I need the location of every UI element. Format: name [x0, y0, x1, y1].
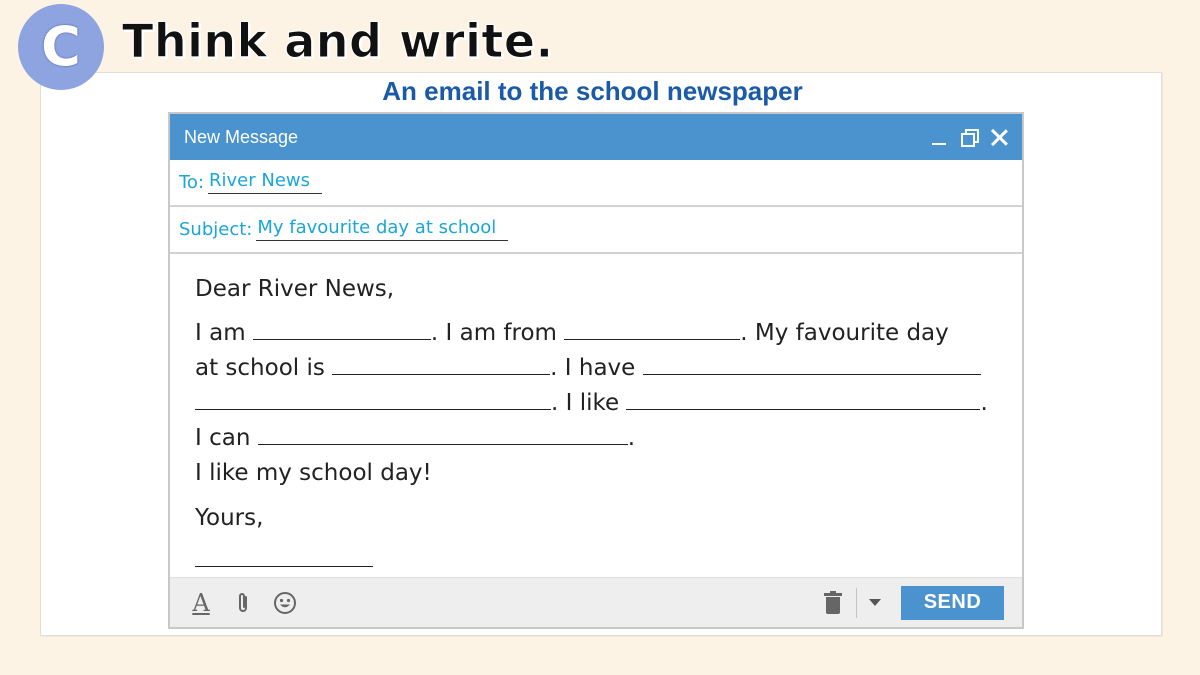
text-i-like: . I like [551, 390, 620, 416]
message-paragraph: I am . I am from . My favourite day at s… [195, 316, 998, 491]
closing: Yours, [195, 505, 264, 531]
text-favourite-day: . My favourite day [740, 320, 949, 346]
badge-letter: C [41, 15, 81, 78]
blank-signature[interactable] [195, 545, 373, 567]
blank-name[interactable] [252, 318, 431, 340]
message-body[interactable]: Dear River News, I am . I am from . My f… [170, 254, 1022, 576]
to-field[interactable]: To: River News [170, 160, 1022, 207]
subject-label: Subject: [179, 219, 253, 240]
subject-value[interactable]: My favourite day at school [256, 218, 509, 241]
text-i-am-from: . I am from [430, 320, 557, 346]
to-label: To: [179, 172, 205, 193]
activity-title: Think and write. [122, 14, 554, 69]
blank-have-2[interactable] [195, 388, 551, 410]
blank-have-1[interactable] [642, 353, 981, 375]
body-line-2: at school is . I have [195, 351, 998, 386]
blank-from[interactable] [564, 318, 741, 340]
emoji-icon[interactable] [272, 590, 298, 616]
text-i-can: I can [195, 425, 251, 451]
window-titlebar: New Message [170, 114, 1022, 160]
minimize-icon[interactable] [930, 128, 948, 146]
text-period-2: . [627, 425, 636, 451]
restore-icon[interactable] [960, 128, 979, 147]
format-text-icon[interactable]: A [188, 589, 214, 617]
toolbar-divider [856, 587, 857, 618]
greeting: Dear River News, [195, 276, 395, 302]
window-title: New Message [184, 126, 299, 147]
text-at-school-is: at school is [195, 355, 325, 381]
trash-icon[interactable] [824, 590, 842, 615]
send-button[interactable]: SEND [901, 585, 1004, 620]
body-line-4: I can . [195, 421, 998, 456]
text-period: . [980, 390, 988, 416]
blank-can[interactable] [257, 423, 628, 445]
subject-field[interactable]: Subject: My favourite day at school [170, 207, 1022, 254]
body-line-1: I am . I am from . My favourite day [195, 316, 998, 351]
email-compose-window: New Message To: River News Subject: My f… [168, 112, 1024, 629]
compose-toolbar: A SEND [170, 577, 1022, 627]
text-i-am: I am [195, 320, 246, 346]
attachment-icon[interactable] [230, 590, 256, 616]
blank-favourite-day[interactable] [332, 353, 551, 375]
close-icon[interactable] [990, 128, 1008, 146]
caret-down-icon[interactable] [869, 599, 881, 606]
window-controls [930, 128, 1008, 147]
to-value[interactable]: River News [208, 171, 323, 194]
text-i-have: . I have [550, 355, 636, 381]
body-line-5: I like my school day! [195, 460, 432, 486]
subheading: An email to the school newspaper [382, 76, 803, 106]
blank-like[interactable] [626, 388, 981, 410]
body-line-3: . I like . [195, 386, 998, 421]
activity-badge: C [18, 4, 104, 90]
